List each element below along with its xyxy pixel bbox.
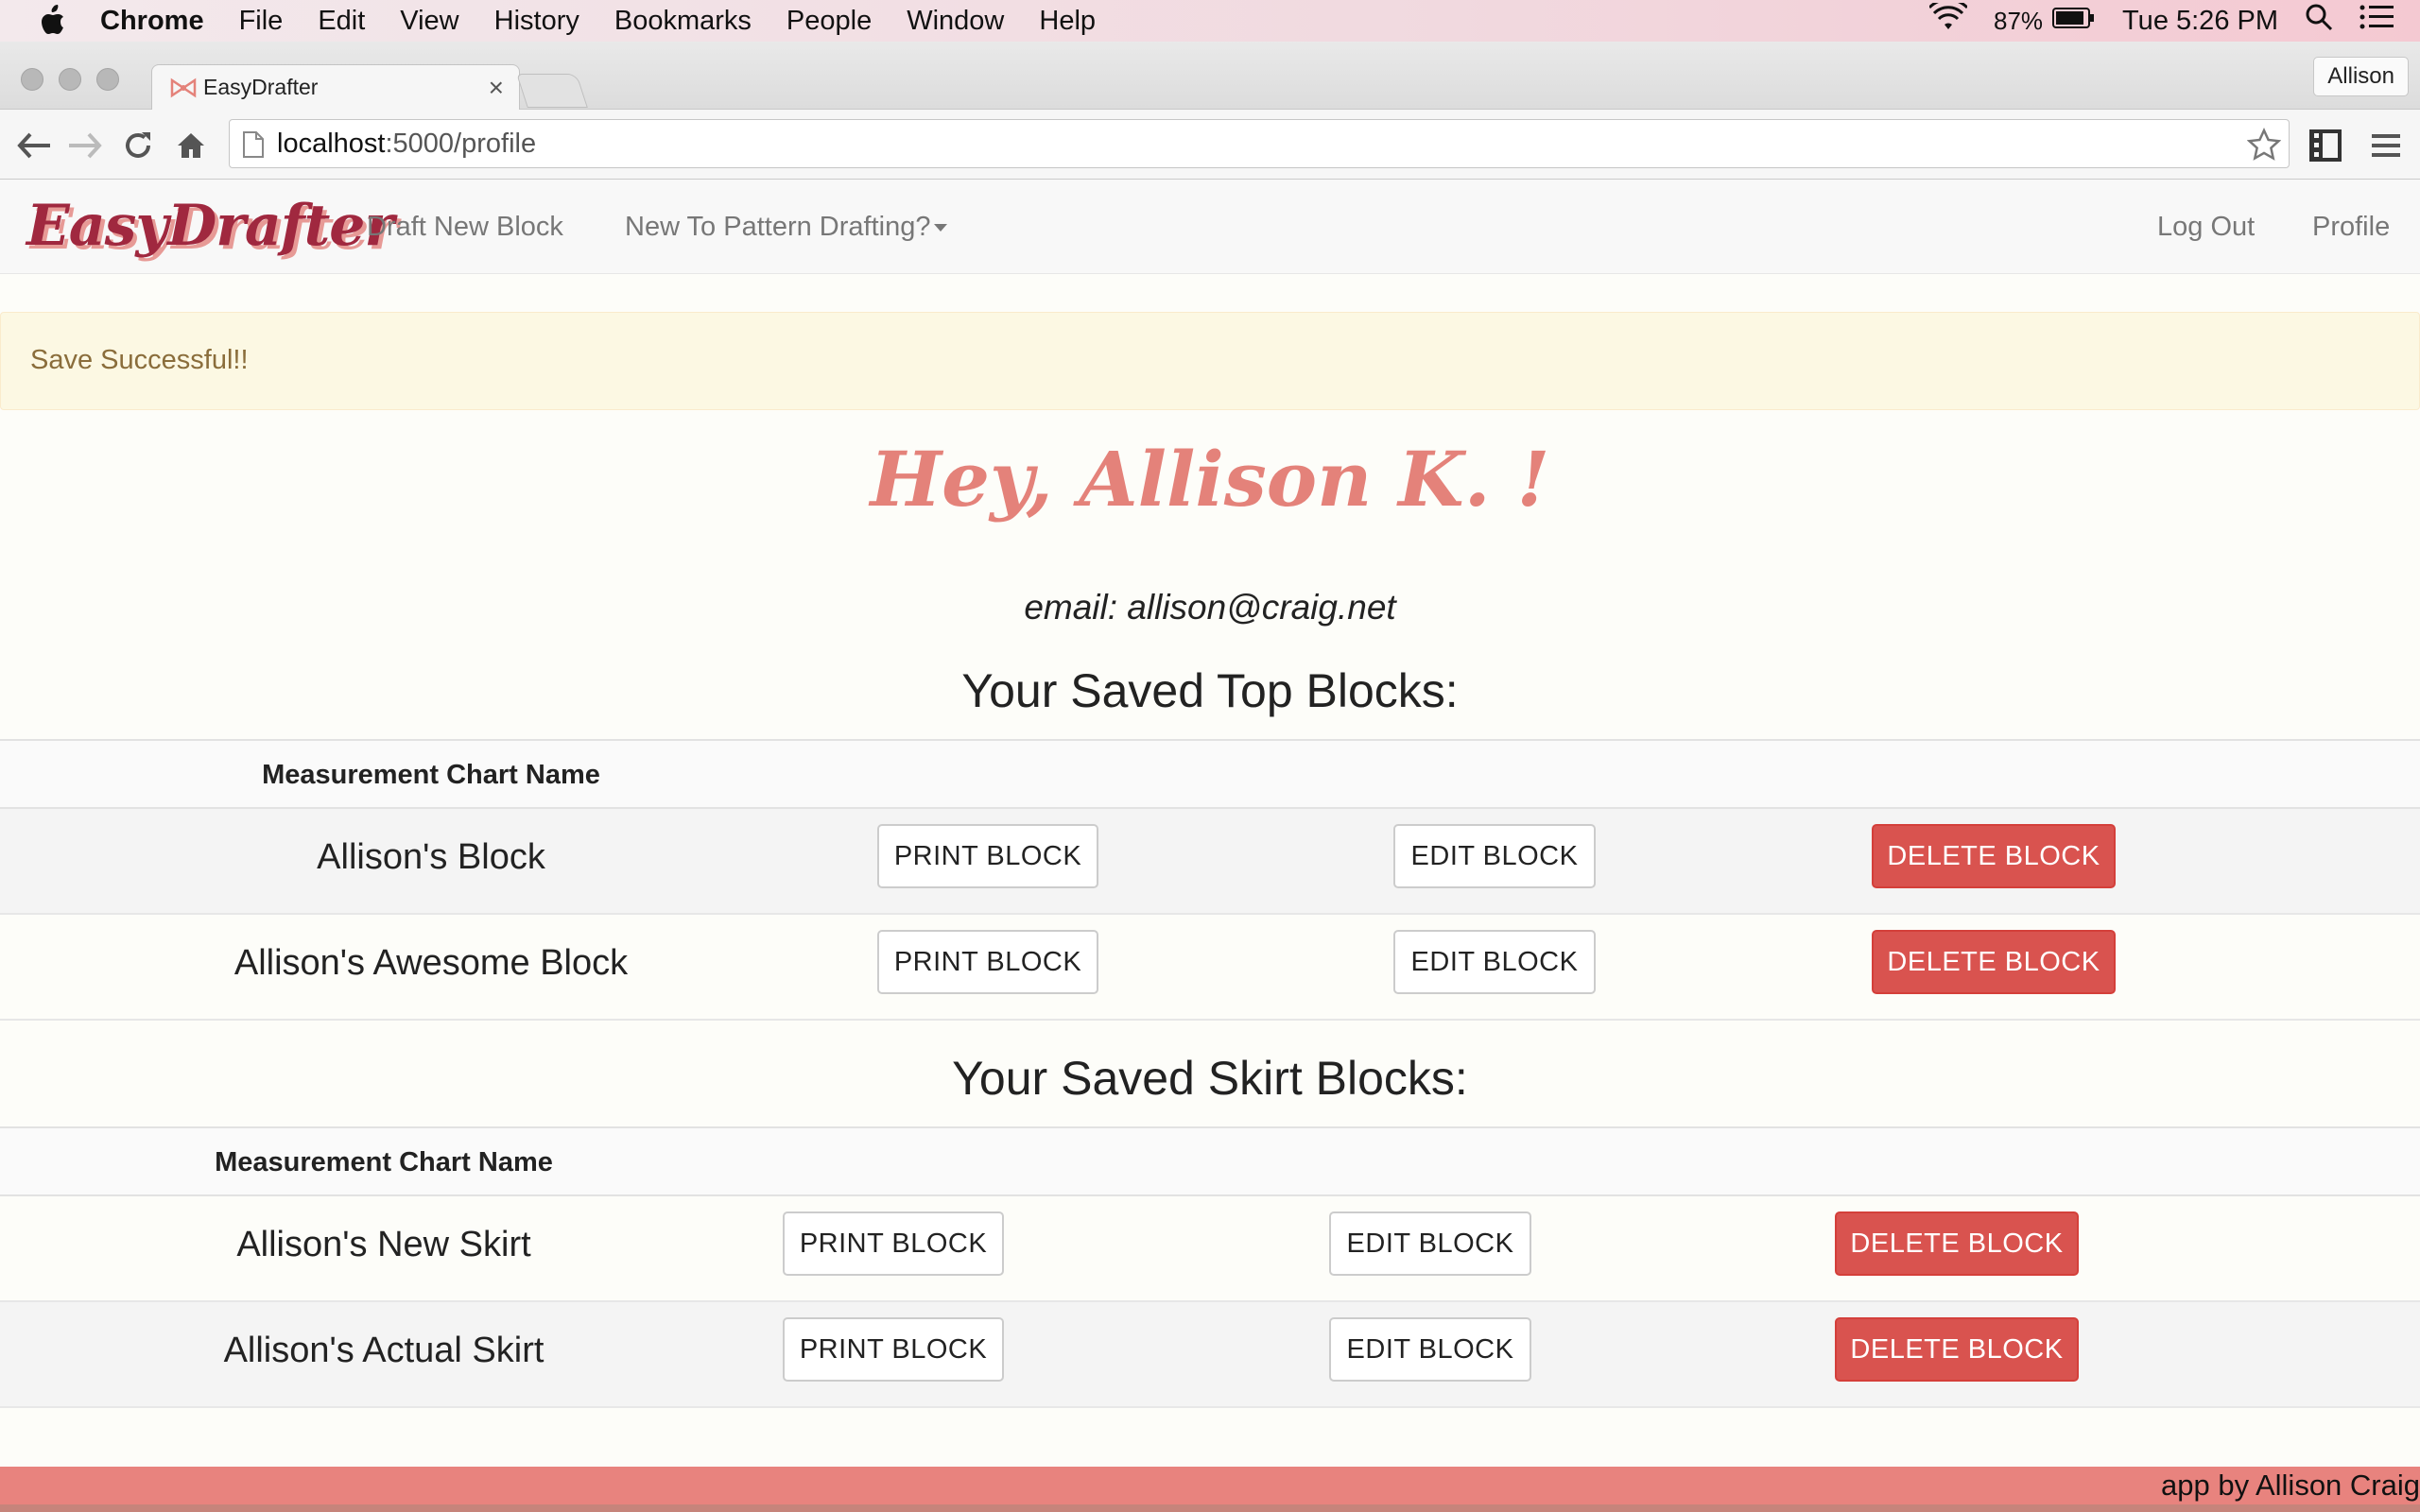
extension-film-icon[interactable] (2307, 127, 2344, 164)
notification-center-icon[interactable] (2360, 3, 2394, 39)
table-row: Allison's Awesome Block PRINT BLOCK EDIT… (0, 915, 2420, 1021)
table-header: Measurement Chart Name (0, 739, 2420, 809)
window-close-button[interactable] (21, 68, 43, 91)
footer-credit: app by Allison Craig (2161, 1469, 2420, 1502)
background-pattern (0, 1504, 2420, 1512)
url-path: :5000/profile (385, 128, 537, 159)
back-arrow-icon[interactable] (15, 127, 53, 164)
nav-log-out[interactable]: Log Out (2157, 212, 2255, 243)
column-header-name: Measurement Chart Name (215, 1147, 553, 1177)
battery-icon[interactable] (2052, 6, 2096, 37)
skirt-blocks-title: Your Saved Skirt Blocks: (952, 1052, 1468, 1105)
new-tab-button[interactable] (516, 74, 588, 108)
menu-edit[interactable]: Edit (318, 6, 365, 37)
browser-profile-button[interactable]: Allison (2313, 57, 2409, 96)
macos-menubar: Chrome File Edit View History Bookmarks … (0, 0, 2420, 42)
site-footer: app by Allison Craig (0, 1467, 2420, 1504)
menu-file[interactable]: File (239, 6, 284, 37)
column-header-name: Measurement Chart Name (262, 760, 600, 790)
delete-block-button[interactable]: DELETE BLOCK (1835, 1317, 2079, 1382)
site-logo[interactable]: EasyDrafter (26, 193, 394, 259)
greeting-heading: Hey, Allison K. ! (870, 435, 1550, 524)
page-content: EasyDrafter Draft New Block New To Patte… (0, 180, 2420, 1512)
nav-new-to-pattern-drafting[interactable]: New To Pattern Drafting? (625, 212, 948, 243)
print-block-button[interactable]: PRINT BLOCK (783, 1317, 1004, 1382)
nav-dropdown-label: New To Pattern Drafting? (625, 212, 931, 242)
menu-people[interactable]: People (786, 6, 872, 37)
url-host: localhost (277, 128, 386, 159)
bow-favicon-icon (169, 77, 198, 99)
edit-block-button[interactable]: EDIT BLOCK (1329, 1317, 1531, 1382)
print-block-button[interactable]: PRINT BLOCK (877, 930, 1098, 994)
battery-percent: 87% (1994, 6, 2044, 35)
block-name: Allison's Block (317, 837, 545, 877)
menu-app-name[interactable]: Chrome (100, 6, 204, 37)
home-icon[interactable] (172, 127, 210, 164)
apple-icon[interactable] (38, 5, 66, 37)
caret-down-icon (934, 224, 948, 232)
clock[interactable]: Tue 5:26 PM (2122, 6, 2278, 37)
top-blocks-table: Measurement Chart Name Allison's Block P… (0, 739, 2420, 1021)
skirt-blocks-table: Measurement Chart Name Allison's New Ski… (0, 1126, 2420, 1408)
window-zoom-button[interactable] (96, 68, 119, 91)
menu-view[interactable]: View (400, 6, 458, 37)
menu-window[interactable]: Window (907, 6, 1004, 37)
browser-toolbar: localhost:5000/profile (0, 110, 2420, 180)
menu-bookmarks[interactable]: Bookmarks (614, 6, 752, 37)
print-block-button[interactable]: PRINT BLOCK (783, 1211, 1004, 1276)
table-header: Measurement Chart Name (0, 1126, 2420, 1196)
print-block-button[interactable]: PRINT BLOCK (877, 824, 1098, 888)
spotlight-search-icon[interactable] (2305, 3, 2333, 39)
block-name: Allison's Awesome Block (233, 943, 629, 983)
address-bar[interactable]: localhost:5000/profile (229, 119, 2290, 168)
edit-block-button[interactable]: EDIT BLOCK (1329, 1211, 1531, 1276)
forward-arrow-icon[interactable] (66, 127, 104, 164)
tab-title: EasyDrafter (203, 75, 319, 99)
block-name: Allison's New Skirt (236, 1225, 531, 1264)
nav-profile[interactable]: Profile (2312, 212, 2390, 243)
wifi-icon[interactable] (1927, 0, 1969, 39)
browser-tabstrip: EasyDrafter × Allison (0, 42, 2420, 110)
block-name: Allison's Actual Skirt (223, 1331, 544, 1370)
edit-block-button[interactable]: EDIT BLOCK (1393, 930, 1596, 994)
delete-block-button[interactable]: DELETE BLOCK (1872, 824, 2116, 888)
page-icon (243, 131, 264, 158)
table-row: Allison's New Skirt PRINT BLOCK EDIT BLO… (0, 1196, 2420, 1302)
site-navbar: EasyDrafter Draft New Block New To Patte… (0, 180, 2420, 274)
menu-help[interactable]: Help (1039, 6, 1096, 37)
browser-tab[interactable]: EasyDrafter × (151, 64, 520, 110)
success-alert: Save Successful!! (0, 312, 2420, 410)
chrome-menu-icon[interactable] (2367, 127, 2405, 164)
top-blocks-title: Your Saved Top Blocks: (961, 664, 1459, 717)
table-row: Allison's Actual Skirt PRINT BLOCK EDIT … (0, 1302, 2420, 1408)
bookmark-star-icon[interactable] (2246, 128, 2282, 162)
delete-block-button[interactable]: DELETE BLOCK (1835, 1211, 2079, 1276)
reload-icon[interactable] (119, 127, 157, 164)
user-email: email: allison@craig.net (1024, 588, 1396, 627)
tab-close-icon[interactable]: × (489, 73, 504, 103)
menu-history[interactable]: History (494, 6, 579, 37)
delete-block-button[interactable]: DELETE BLOCK (1872, 930, 2116, 994)
table-row: Allison's Block PRINT BLOCK EDIT BLOCK D… (0, 809, 2420, 915)
edit-block-button[interactable]: EDIT BLOCK (1393, 824, 1596, 888)
nav-draft-new-block[interactable]: Draft New Block (367, 212, 563, 243)
window-minimize-button[interactable] (59, 68, 81, 91)
